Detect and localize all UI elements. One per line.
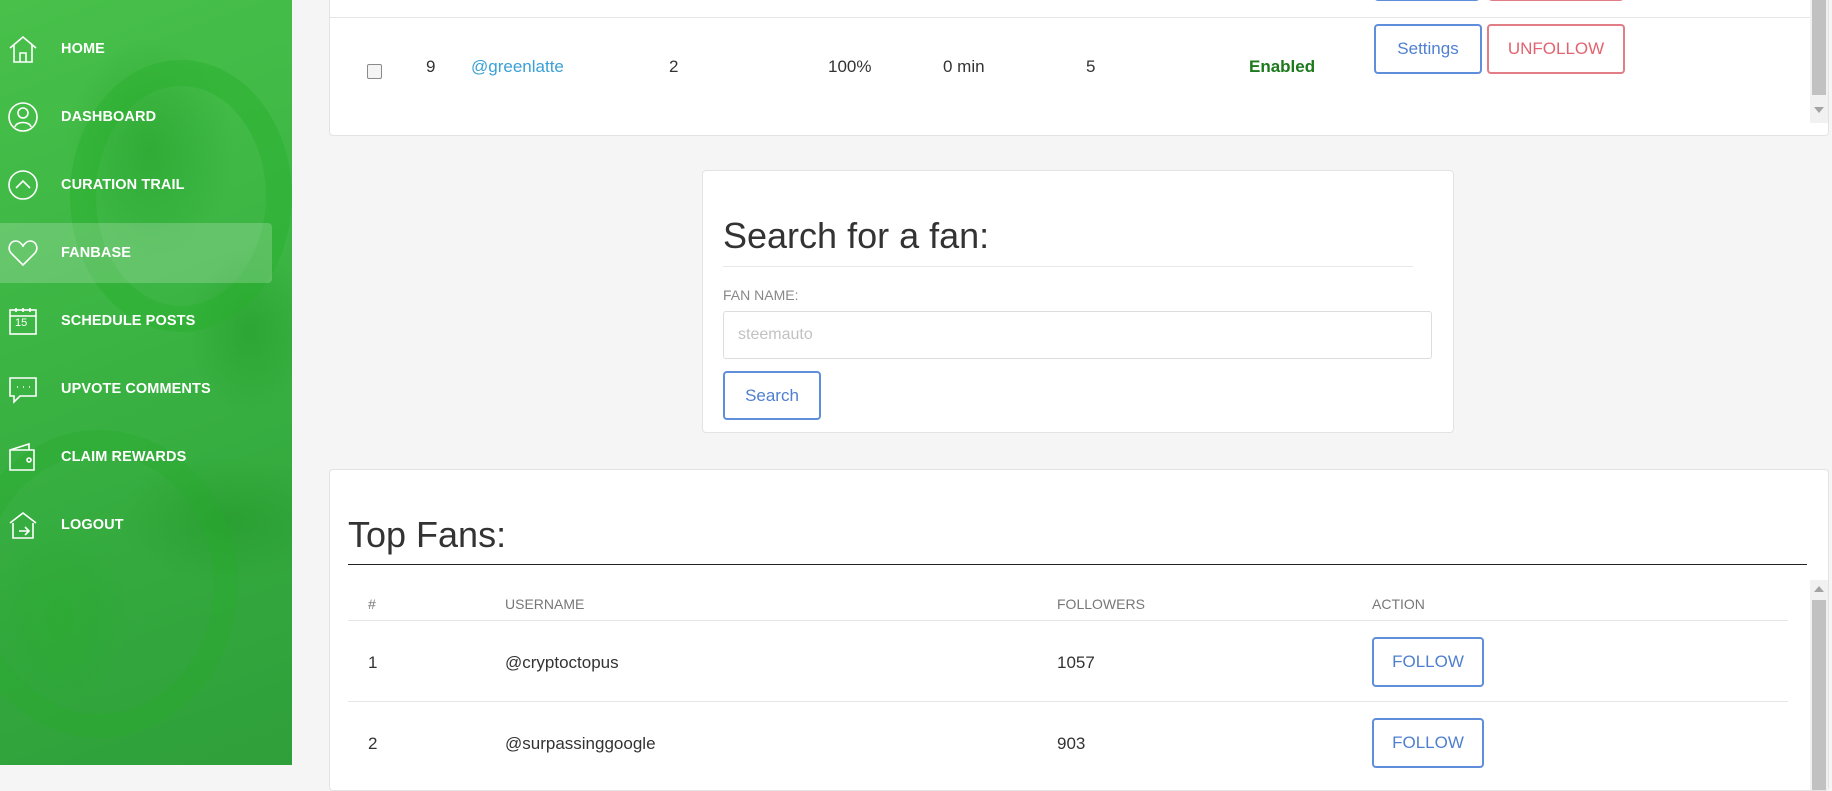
sidebar-item-label: LOGOUT — [61, 517, 124, 533]
sidebar-item-upvote-comments[interactable]: UPVOTE COMMENTS — [0, 359, 272, 419]
settings-button[interactable]: Settings — [1374, 24, 1482, 74]
table-scrollbar[interactable] — [1810, 0, 1828, 123]
sidebar-item-fanbase[interactable]: FANBASE — [0, 223, 272, 283]
sidebar-item-home[interactable]: HOME — [0, 19, 272, 79]
status-badge: Enabled — [1249, 57, 1316, 76]
unfollow-button-partial[interactable] — [1488, 0, 1624, 1]
comment-icon — [6, 372, 40, 406]
column-header-username: USERNAME — [505, 596, 585, 612]
wallet-icon — [6, 440, 40, 474]
top-fans-title: Top Fans: — [348, 514, 507, 555]
calendar-day-text: 15 — [15, 317, 28, 329]
fan-username-link[interactable]: @cryptoctopus — [505, 653, 619, 673]
row-count: 2 — [669, 57, 679, 76]
sidebar-item-claim-rewards[interactable]: CLAIM REWARDS — [0, 427, 272, 487]
column-header-action: ACTION — [1372, 596, 1425, 612]
table-row: 9 @greenlatte 2 100% 0 min 5 Enabled Set… — [330, 17, 1828, 79]
row-index: 9 — [426, 57, 436, 76]
sidebar-item-label: UPVOTE COMMENTS — [61, 381, 211, 397]
row-divider — [348, 701, 1788, 702]
user-icon — [6, 100, 40, 134]
scroll-up-icon[interactable] — [1814, 586, 1824, 592]
row-delay: 0 min — [943, 57, 985, 76]
row-weight: 100% — [828, 57, 872, 76]
fan-followers: 1057 — [1057, 653, 1095, 672]
fan-username-link[interactable]: @surpassinggoogle — [505, 734, 656, 754]
table-scrollbar[interactable] — [1810, 580, 1828, 790]
row-limit: 5 — [1086, 57, 1096, 76]
sidebar-item-logout[interactable]: LOGOUT — [0, 495, 272, 555]
sidebar-item-label: CURATION TRAIL — [61, 177, 185, 193]
fan-followers: 903 — [1057, 734, 1086, 753]
logout-icon — [6, 508, 40, 542]
followed-table-card: 9 @greenlatte 2 100% 0 min 5 Enabled Set… — [329, 0, 1829, 136]
scroll-down-icon[interactable] — [1814, 107, 1824, 113]
follow-button[interactable]: FOLLOW — [1372, 718, 1484, 768]
chevron-up-icon — [6, 168, 40, 202]
sidebar-item-curation-trail[interactable]: CURATION TRAIL — [0, 155, 272, 215]
unfollow-button[interactable]: UNFOLLOW — [1487, 24, 1625, 74]
home-icon — [6, 32, 40, 66]
follow-button[interactable]: FOLLOW — [1372, 637, 1484, 687]
fan-index: 2 — [368, 734, 378, 753]
search-button[interactable]: Search — [723, 371, 821, 420]
settings-button-partial[interactable] — [1374, 0, 1480, 1]
scrollbar-thumb[interactable] — [1812, 0, 1826, 95]
sidebar: HOME DASHBOARD CURATION TRAIL FANBASE 15 — [0, 0, 292, 765]
header-divider — [348, 620, 1788, 621]
scrollbar-thumb[interactable] — [1812, 600, 1826, 790]
column-header-index: # — [368, 596, 376, 612]
calendar-icon: 15 — [6, 304, 40, 338]
sidebar-item-label: SCHEDULE POSTS — [61, 313, 196, 329]
top-fans-card: Top Fans: # USERNAME FOLLOWERS ACTION 1 … — [329, 469, 1829, 791]
sidebar-item-label: DASHBOARD — [61, 109, 157, 125]
sidebar-item-label: FANBASE — [61, 245, 131, 261]
row-username-link[interactable]: @greenlatte — [471, 57, 564, 77]
sidebar-item-label: CLAIM REWARDS — [61, 449, 187, 465]
fan-name-input[interactable] — [723, 311, 1432, 359]
sidebar-item-label: HOME — [61, 41, 105, 57]
fan-name-label: FAN NAME: — [723, 287, 799, 303]
divider — [348, 564, 1807, 565]
fan-index: 1 — [368, 653, 378, 672]
sidebar-item-schedule-posts[interactable]: 15 SCHEDULE POSTS — [0, 291, 272, 351]
search-card: Search for a fan: FAN NAME: Search — [702, 170, 1454, 433]
row-checkbox[interactable] — [367, 64, 382, 79]
sidebar-item-dashboard[interactable]: DASHBOARD — [0, 87, 272, 147]
search-title: Search for a fan: — [723, 215, 990, 256]
column-header-followers: FOLLOWERS — [1057, 596, 1145, 612]
heart-icon — [6, 236, 40, 270]
divider — [723, 266, 1413, 267]
